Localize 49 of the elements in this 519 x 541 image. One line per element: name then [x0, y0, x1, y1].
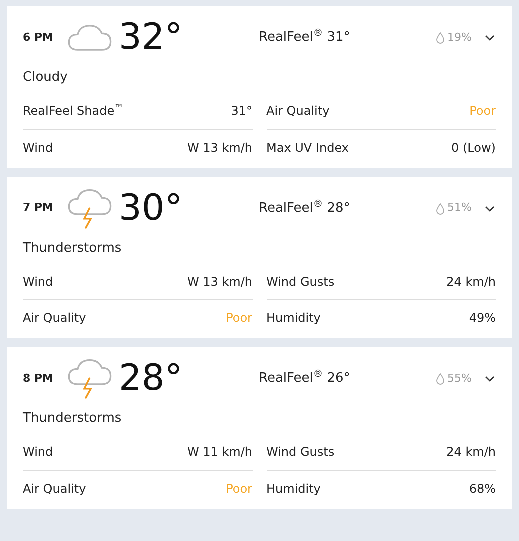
stat-label: Max UV Index [266, 140, 349, 156]
hour-label: 8 PM [23, 370, 54, 387]
stat-label: Wind Gusts [266, 274, 335, 290]
weather-phrase: Thunderstorms [23, 240, 122, 258]
stat-value: Poor [470, 103, 496, 120]
expand-chevron[interactable] [484, 206, 496, 212]
expand-chevron[interactable] [484, 35, 496, 41]
stat-label: Wind [23, 140, 54, 156]
stat-label: RealFeel Shade$^{™}$ [23, 102, 124, 120]
cloud-icon [67, 22, 113, 54]
temperature: 30° [119, 190, 184, 226]
weather-phrase: Cloudy [23, 69, 68, 87]
stat-value: W 13 km/h [187, 274, 252, 290]
temperature: 32° [119, 20, 184, 56]
expand-chevron[interactable] [484, 376, 496, 382]
stat-value: 68% [469, 480, 496, 498]
stat-label: Air Quality [23, 480, 86, 498]
chevron-down-icon [485, 206, 495, 212]
raindrop-icon [436, 202, 445, 214]
chevron-down-icon [485, 35, 495, 41]
stat-value: 49% [469, 310, 496, 327]
stat-value: 31° [231, 103, 252, 120]
chevron-down-icon [485, 376, 495, 382]
raindrop-icon [436, 373, 445, 385]
stat-value: 24 km/h [446, 274, 496, 290]
precipitation-chance: 51% [448, 200, 472, 216]
stat-value: W 11 km/h [187, 444, 252, 461]
raindrop-icon [436, 32, 445, 44]
realfeel-temperature: RealFeel$^{®}$ 31° [259, 28, 352, 48]
stat-value: W 13 km/h [187, 140, 252, 156]
precipitation-chance: 55% [448, 370, 472, 387]
realfeel-temperature: RealFeel$^{®}$ 26° [259, 369, 352, 388]
stat-value: Poor [226, 480, 252, 498]
stat-value: Poor [226, 310, 252, 327]
stat-label: Air Quality [266, 103, 330, 120]
stat-label: Wind [23, 444, 54, 461]
hour-label: 7 PM [23, 200, 54, 216]
stat-value: 0 (Low) [452, 140, 496, 156]
temperature: 28° [119, 361, 184, 397]
precipitation-chance: 19% [448, 30, 472, 46]
stat-label: Air Quality [23, 310, 86, 327]
stat-label: Wind Gusts [266, 444, 335, 461]
stat-label: Wind [23, 274, 54, 290]
stat-value: 24 km/h [446, 444, 496, 461]
weather-phrase: Thunderstorms [23, 410, 122, 428]
stat-label: Humidity [266, 480, 321, 498]
stat-label: Humidity [266, 310, 321, 327]
hour-label: 6 PM [23, 30, 54, 46]
realfeel-temperature: RealFeel$^{®}$ 28° [259, 198, 352, 218]
